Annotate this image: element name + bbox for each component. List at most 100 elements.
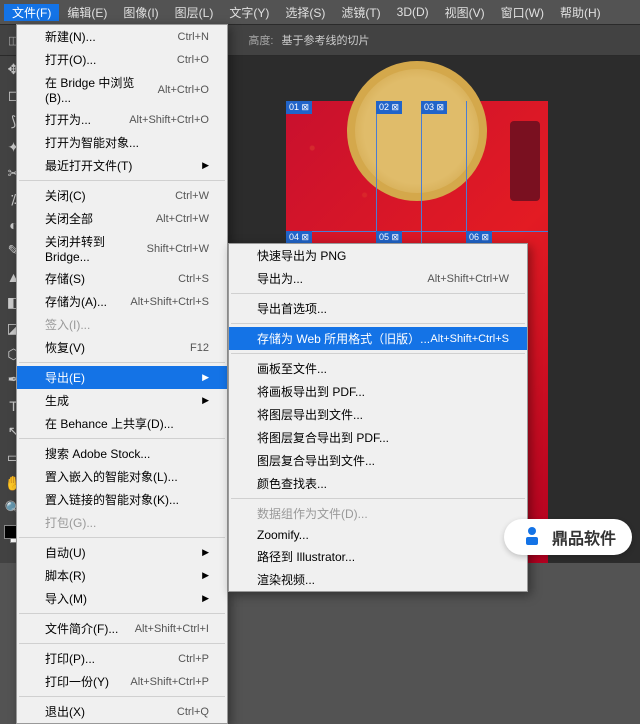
- menu-item-label: 打包(G)...: [45, 514, 96, 531]
- menu-item[interactable]: 新建(N)...Ctrl+N: [17, 25, 227, 48]
- submenu-arrow-icon: ▶: [202, 570, 209, 581]
- menu-item[interactable]: 文件简介(F)... Alt+Shift+Ctrl+I: [17, 617, 227, 640]
- menu-item-label: 渲染视频...: [257, 571, 315, 588]
- menu-item[interactable]: 存储(S)Ctrl+S: [17, 267, 227, 290]
- menubar-item[interactable]: 图像(I): [115, 4, 166, 21]
- slice-button[interactable]: 基于参考线的切片: [281, 32, 369, 48]
- menu-item[interactable]: 恢复(V)F12: [17, 336, 227, 359]
- menu-item[interactable]: 将图层复合导出到 PDF...: [229, 426, 527, 449]
- menu-item-label: 最近打开文件(T): [45, 157, 132, 174]
- menu-item[interactable]: 打开为...Alt+Shift+Ctrl+O: [17, 108, 227, 131]
- menu-separator: [19, 180, 225, 181]
- menubar-item[interactable]: 滤镜(T): [333, 4, 388, 21]
- menu-item-label: 数据组作为文件(D)...: [257, 505, 368, 522]
- menu-item[interactable]: 关闭全部Alt+Ctrl+W: [17, 207, 227, 230]
- menu-item[interactable]: 画板至文件...: [229, 357, 527, 380]
- menu-item-label: 存储(S): [45, 270, 85, 287]
- menu-item-label: 打开为...: [45, 111, 91, 128]
- height-label: 高度:: [248, 32, 273, 48]
- menu-separator: [231, 498, 525, 499]
- menubar-item[interactable]: 3D(D): [389, 5, 437, 19]
- menu-item[interactable]: 打开为智能对象...: [17, 131, 227, 154]
- menu-item[interactable]: 导入(M)▶: [17, 587, 227, 610]
- menubar-item[interactable]: 文件(F): [4, 4, 59, 21]
- menu-item: 签入(I)...: [17, 313, 227, 336]
- menu-item-label: 文件简介(F)...: [45, 620, 118, 637]
- menu-item-label: 在 Behance 上共享(D)...: [45, 415, 174, 432]
- menu-item[interactable]: 在 Behance 上共享(D)...: [17, 412, 227, 435]
- menubar-item[interactable]: 编辑(E): [59, 4, 115, 21]
- submenu-arrow-icon: ▶: [202, 547, 209, 558]
- menubar-item[interactable]: 文字(Y): [221, 4, 277, 21]
- menu-item[interactable]: 搜索 Adobe Stock...: [17, 442, 227, 465]
- menu-item-label: 存储为 Web 所用格式（旧版）...: [257, 330, 430, 347]
- slice-number: 01 ⊠: [286, 101, 312, 114]
- menu-item[interactable]: 图层复合导出到文件...: [229, 449, 527, 472]
- menu-separator: [19, 438, 225, 439]
- menu-item-label: 导出(E): [45, 369, 85, 386]
- menu-separator: [19, 537, 225, 538]
- menu-item[interactable]: 导出为...Alt+Shift+Ctrl+W: [229, 267, 527, 290]
- watermark-logo-icon: [520, 525, 544, 549]
- menu-item[interactable]: 打印一份(Y)Alt+Shift+Ctrl+P: [17, 670, 227, 693]
- watermark-text: 鼎品软件: [552, 525, 616, 549]
- menu-shortcut: Shift+Ctrl+W: [147, 243, 209, 255]
- menu-item[interactable]: Zoomify...: [229, 525, 527, 545]
- menu-item[interactable]: 导出(E)▶: [17, 366, 227, 389]
- menu-item-label: 将画板导出到 PDF...: [257, 383, 365, 400]
- export-submenu-dropdown: 快速导出为 PNG导出为...Alt+Shift+Ctrl+W 导出首选项... 存…: [228, 243, 528, 592]
- menu-item-label: 路径到 Illustrator...: [257, 548, 355, 565]
- menubar-item[interactable]: 选择(S): [277, 4, 333, 21]
- menu-item[interactable]: 关闭(C)Ctrl+W: [17, 184, 227, 207]
- menubar-item[interactable]: 窗口(W): [493, 4, 552, 21]
- menubar-item[interactable]: 视图(V): [437, 4, 493, 21]
- menu-item[interactable]: 存储为 Web 所用格式（旧版）...Alt+Shift+Ctrl+S: [229, 327, 527, 350]
- menu-item[interactable]: 最近打开文件(T)▶: [17, 154, 227, 177]
- menu-item-label: 恢复(V): [45, 339, 85, 356]
- menu-shortcut: Ctrl+O: [177, 54, 209, 66]
- menu-separator: [231, 323, 525, 324]
- menu-item[interactable]: 路径到 Illustrator...: [229, 545, 527, 568]
- menu-item[interactable]: 脚本(R) ▶: [17, 564, 227, 587]
- menu-item-label: 导出首选项...: [257, 300, 327, 317]
- menu-shortcut: Ctrl+Q: [177, 706, 209, 718]
- menu-item-label: 签入(I)...: [45, 316, 90, 333]
- menu-item-label: 将图层导出到文件...: [257, 406, 363, 423]
- menu-item-label: 颜色查找表...: [257, 475, 327, 492]
- menu-item-label: 将图层复合导出到 PDF...: [257, 429, 389, 446]
- menu-item-label: 在 Bridge 中浏览(B)...: [45, 74, 158, 105]
- file-menu-dropdown: 新建(N)...Ctrl+N打开(O)...Ctrl+O在 Bridge 中浏览…: [16, 24, 228, 724]
- menu-shortcut: Alt+Ctrl+W: [156, 213, 209, 225]
- menubar-item[interactable]: 图层(L): [167, 4, 222, 21]
- menu-item[interactable]: 存储为(A)... Alt+Shift+Ctrl+S: [17, 290, 227, 313]
- submenu-arrow-icon: ▶: [202, 395, 209, 406]
- menu-item-label: 存储为(A)...: [45, 293, 107, 310]
- menu-item-label: 关闭并转到 Bridge...: [45, 233, 147, 264]
- menu-item[interactable]: 导出首选项...: [229, 297, 527, 320]
- menu-shortcut: Alt+Shift+Ctrl+I: [135, 623, 209, 635]
- menu-item[interactable]: 自动(U)▶: [17, 541, 227, 564]
- menu-item[interactable]: 打印(P)...Ctrl+P: [17, 647, 227, 670]
- menu-item: 数据组作为文件(D)...: [229, 502, 527, 525]
- menu-item[interactable]: 将画板导出到 PDF...: [229, 380, 527, 403]
- menu-item-label: 退出(X): [45, 703, 85, 720]
- menu-item-label: 置入链接的智能对象(K)...: [45, 491, 179, 508]
- menubar-item[interactable]: 帮助(H): [552, 4, 609, 21]
- menu-separator: [19, 696, 225, 697]
- menu-item[interactable]: 生成▶: [17, 389, 227, 412]
- menu-item[interactable]: 退出(X) Ctrl+Q: [17, 700, 227, 723]
- menu-item[interactable]: 颜色查找表...: [229, 472, 527, 495]
- menu-item-label: 搜索 Adobe Stock...: [45, 445, 150, 462]
- menu-separator: [231, 293, 525, 294]
- menu-item[interactable]: 在 Bridge 中浏览(B)...Alt+Ctrl+O: [17, 71, 227, 108]
- menu-item[interactable]: 打开(O)...Ctrl+O: [17, 48, 227, 71]
- menu-item[interactable]: 快速导出为 PNG: [229, 244, 527, 267]
- menu-item[interactable]: 置入链接的智能对象(K)...: [17, 488, 227, 511]
- menu-item[interactable]: 将图层导出到文件...: [229, 403, 527, 426]
- menu-item[interactable]: 置入嵌入的智能对象(L)...: [17, 465, 227, 488]
- menu-item-label: 脚本(R): [45, 567, 86, 584]
- menu-shortcut: Alt+Shift+Ctrl+S: [130, 296, 209, 308]
- menu-item[interactable]: 渲染视频...: [229, 568, 527, 591]
- menu-item[interactable]: 关闭并转到 Bridge...Shift+Ctrl+W: [17, 230, 227, 267]
- menu-item-label: 打印(P)...: [45, 650, 95, 667]
